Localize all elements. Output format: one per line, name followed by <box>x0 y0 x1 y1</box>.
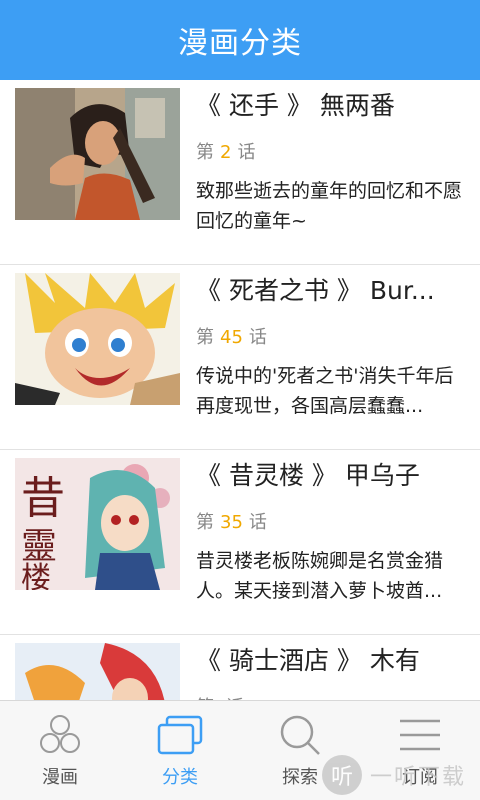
comic-title[interactable]: 《 死者之书 》 Bur... <box>196 271 470 311</box>
page-title: 漫画分类 <box>178 26 302 61</box>
cover-illustration: 昔 靈 楼 <box>15 458 180 590</box>
episode-prefix: 第 <box>196 512 214 533</box>
comic-icon <box>40 715 80 753</box>
comic-cover[interactable]: 昔 靈 楼 <box>15 458 180 590</box>
episode-suffix: 话 <box>248 512 267 533</box>
cover-illustration <box>15 643 180 700</box>
subscribe-icon <box>400 719 440 751</box>
comic-title[interactable]: 《 骑士酒店 》 木有 <box>196 641 470 681</box>
watermark: 听 一听下载 <box>322 752 480 798</box>
cover-lettering: 昔 <box>21 473 65 524</box>
comic-description: 传说中的'死者之书'消失千年后再度现世，各国高层蠢蠢... <box>196 365 454 417</box>
comic-cover[interactable] <box>15 88 180 220</box>
episode-suffix: 话 <box>248 327 267 348</box>
episode-prefix: 第 <box>196 327 214 348</box>
category-icon <box>157 715 203 755</box>
cover-illustration <box>15 273 180 405</box>
episode-number: 35 <box>220 512 243 533</box>
episode-count: 第 45 话 <box>196 325 470 351</box>
svg-text:楼: 楼 <box>21 561 51 590</box>
app-header: 漫画分类 <box>0 0 480 80</box>
list-item[interactable]: 《 骑士酒店 》 木有 第话 <box>0 635 480 700</box>
episode-count: 第 35 话 <box>196 510 470 536</box>
search-icon <box>280 715 320 755</box>
comic-cover[interactable] <box>15 273 180 405</box>
list-item[interactable]: 《 还手 》 無两番 第2话 致那些逝去的童年的回忆和不愿回忆的童年~ <box>0 80 480 265</box>
watermark-text: 一听下载 <box>370 765 467 790</box>
episode-count: 第2话 <box>196 140 470 166</box>
comic-title[interactable]: 《 还手 》 無两番 <box>196 86 470 126</box>
watermark-logo: 听 <box>322 755 362 795</box>
episode-number: 45 <box>220 327 243 348</box>
list-item[interactable]: 《 死者之书 》 Bur... 第 45 话 传说中的'死者之书'消失千年后再度现世… <box>0 265 480 450</box>
comic-description: 昔灵楼老板陈婉卿是名赏金猎人。某天接到潜入萝卜坡酋... <box>196 550 444 602</box>
comic-list[interactable]: 《 还手 》 無两番 第2话 致那些逝去的童年的回忆和不愿回忆的童年~ 《 死者… <box>0 80 480 700</box>
episode-prefix: 第 <box>196 142 214 163</box>
tab-category[interactable]: 分类 <box>120 701 240 800</box>
episode-number: 2 <box>220 142 232 163</box>
cover-illustration <box>15 88 180 220</box>
comic-cover[interactable] <box>15 643 180 700</box>
comic-title[interactable]: 《 昔灵楼 》 甲乌子 <box>196 456 470 496</box>
episode-suffix: 话 <box>237 142 256 163</box>
tab-label: 探索 <box>282 767 318 788</box>
tab-label: 分类 <box>162 767 198 788</box>
comic-description: 致那些逝去的童年的回忆和不愿回忆的童年~ <box>196 180 463 232</box>
tab-label: 漫画 <box>42 767 78 788</box>
tab-comic[interactable]: 漫画 <box>0 701 120 800</box>
list-item[interactable]: 昔 靈 楼 《 昔灵楼 》 甲乌子 第 35 话 昔灵楼老板陈婉卿是名赏金猎人。某天… <box>0 450 480 635</box>
